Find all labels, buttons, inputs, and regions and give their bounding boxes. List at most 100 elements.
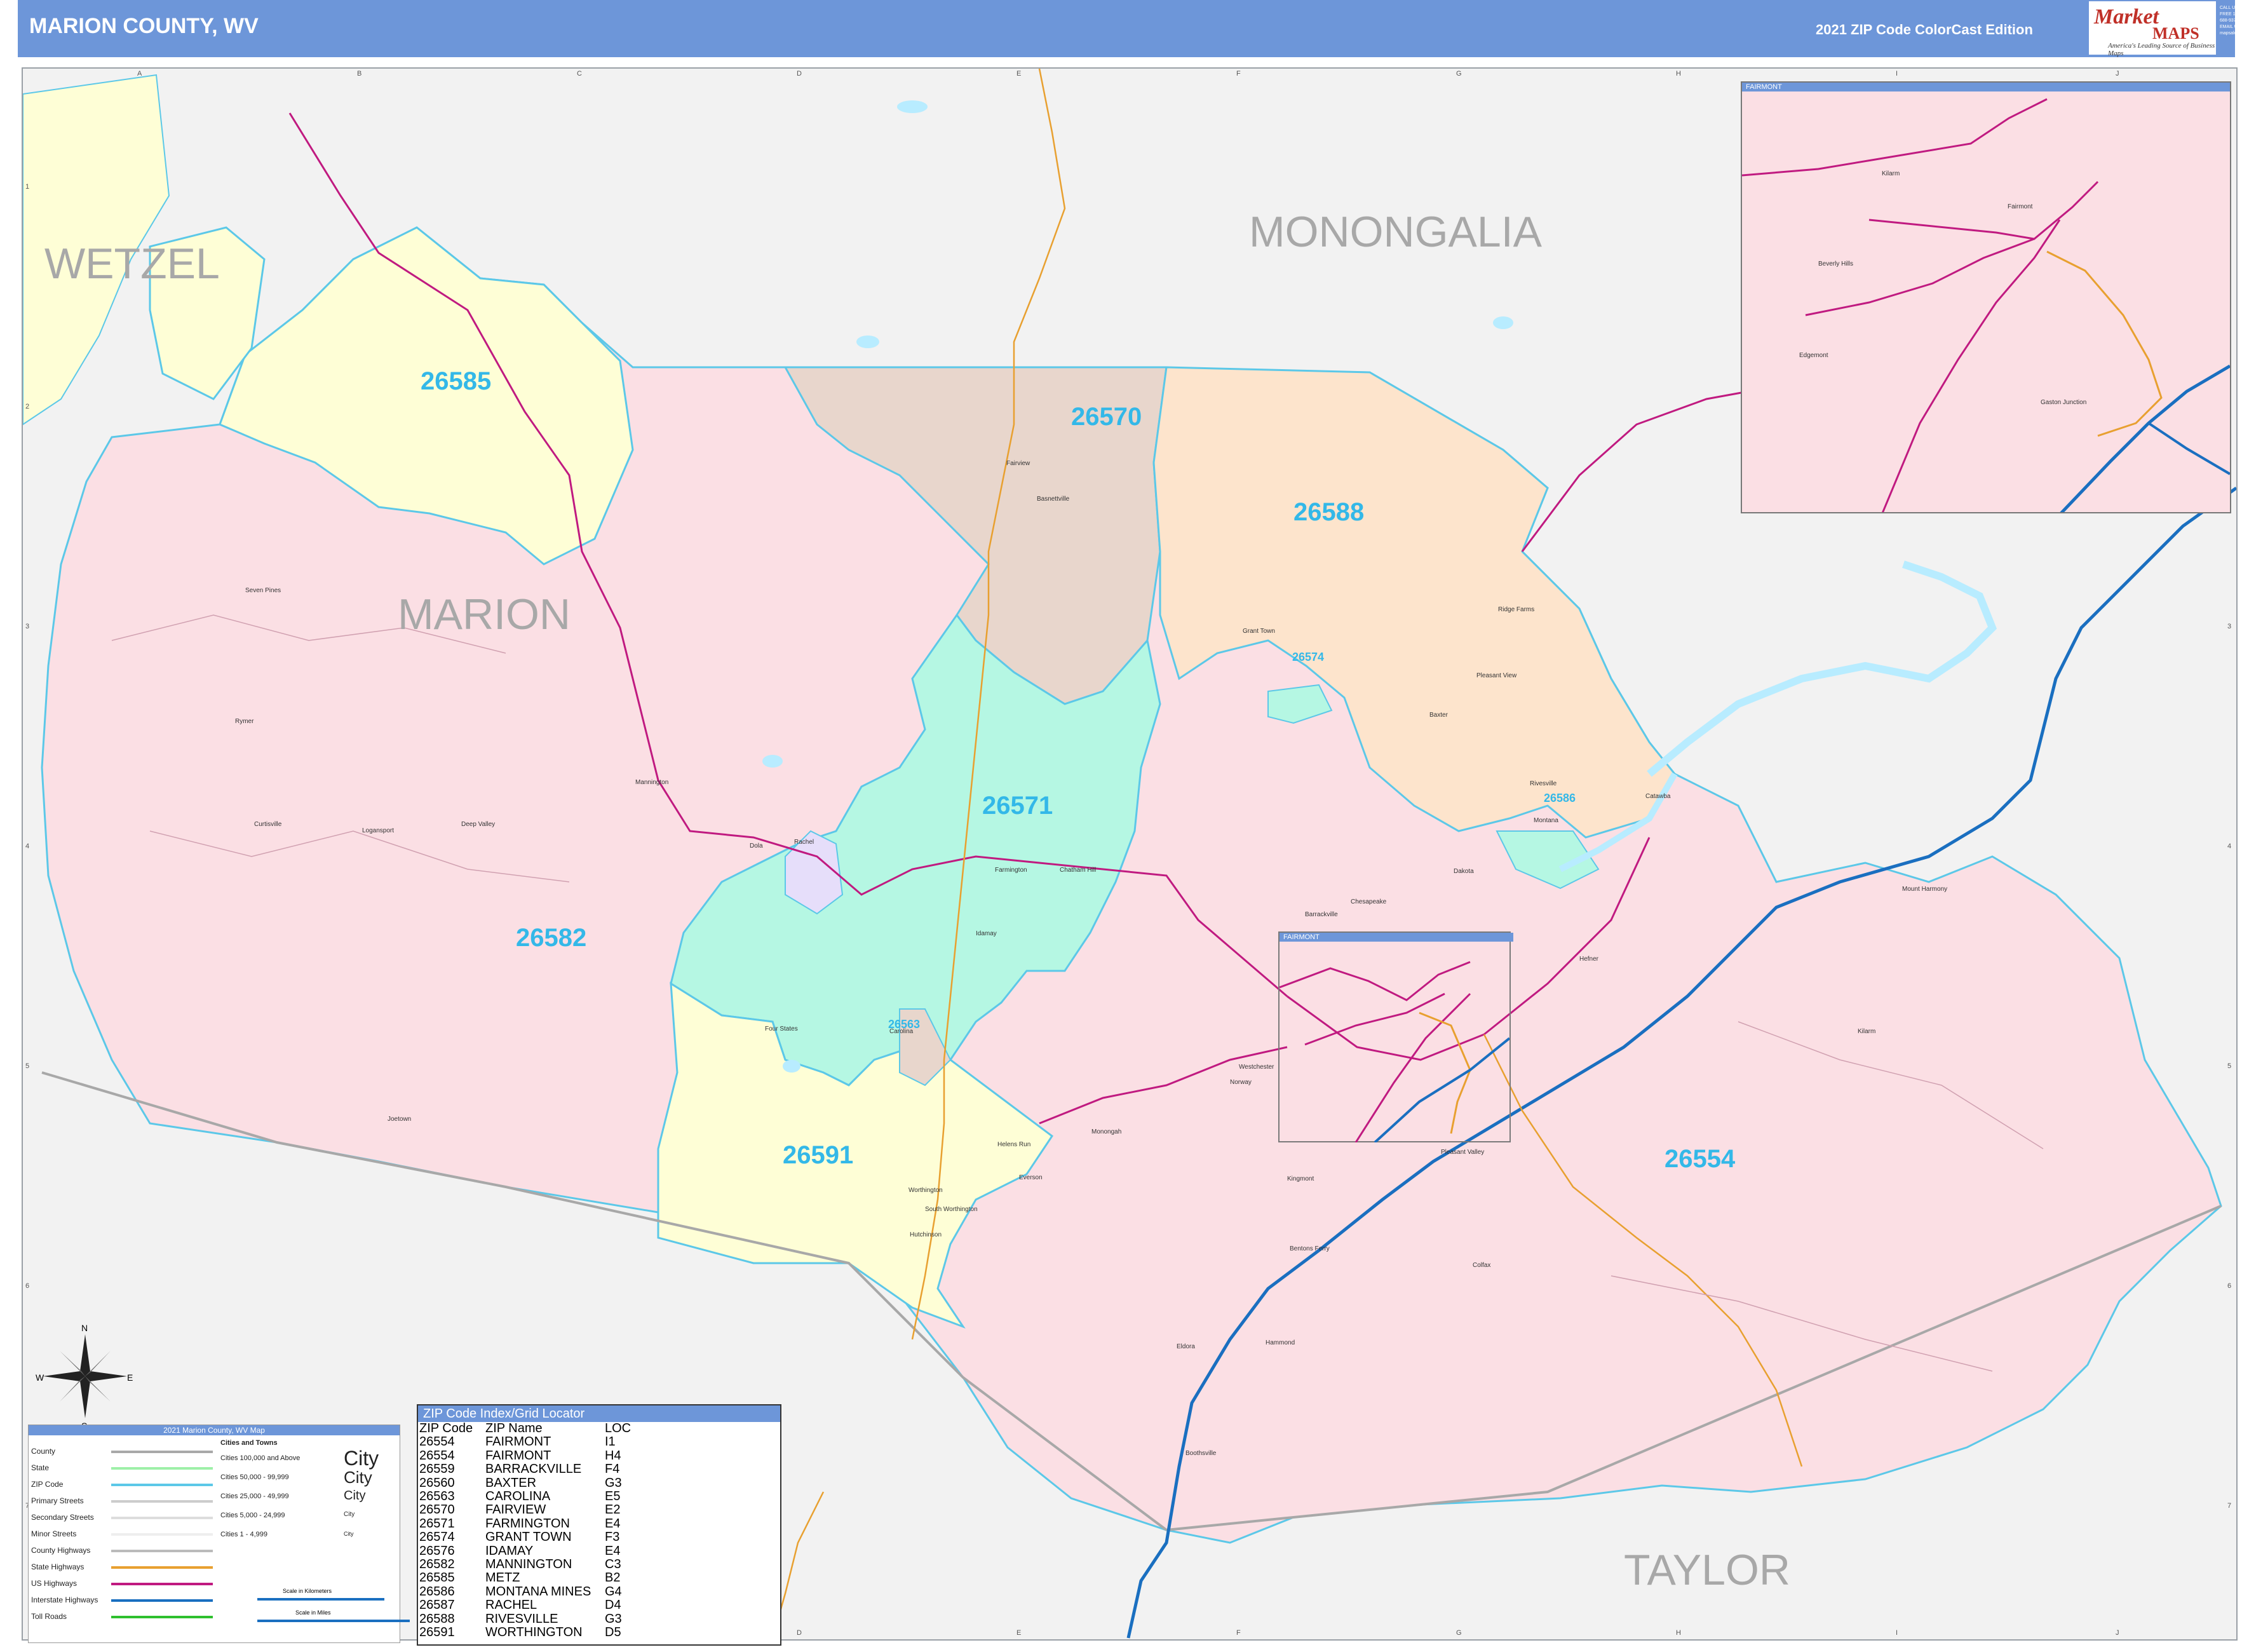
zip-index-cell: 26570: [419, 1503, 455, 1517]
grid-row-label: 6: [25, 1282, 30, 1290]
grid-column-label: F: [1236, 70, 1241, 78]
grid-row-label: 5: [2227, 1062, 2232, 1070]
place-label: Dakota: [1454, 868, 1474, 875]
place-label: Fairview: [1006, 460, 1030, 467]
place-label: Boothsville: [1185, 1450, 1217, 1457]
grid-row-label: 4: [25, 843, 30, 850]
map-legend: 2021 Marion County, WV Map County State ZI…: [28, 1425, 410, 1643]
zip-index-cell: RIVESVILLE: [485, 1611, 558, 1626]
zip-index-cell: 26560: [419, 1475, 455, 1490]
zip-index-cell: 26559: [419, 1462, 455, 1477]
place-label: Monongah: [1091, 1128, 1122, 1135]
inset-place-label: Beverly Hills: [1818, 261, 1854, 267]
place-label: Mannington: [635, 779, 669, 786]
zip-index-row: 26570 FAIRVIEW E2: [419, 1503, 633, 1517]
legend-row-label: County: [31, 1447, 56, 1456]
grid-column-label: A: [137, 70, 142, 78]
lake: [762, 755, 783, 768]
zip-label-26574: 26574: [1292, 651, 1325, 663]
legend-row-label: County Highways: [31, 1546, 91, 1555]
grid-row-label: 2: [25, 403, 30, 410]
place-label: Catawba: [1645, 793, 1671, 800]
place-label: Grant Town: [1243, 628, 1275, 635]
place-label: Idamay: [976, 930, 997, 937]
grid-row-label: 7: [2227, 1502, 2232, 1510]
legend-row-label: State: [31, 1463, 50, 1472]
legend-row-symbol: [111, 1533, 213, 1536]
legend-row-label: US Highways: [31, 1579, 78, 1588]
zip-label-26586: 26586: [1544, 792, 1576, 804]
lake: [897, 100, 928, 113]
place-label: Eldora: [1177, 1343, 1195, 1350]
grid-column-label: H: [1676, 1629, 1681, 1637]
zip-index-cell: BAXTER: [485, 1475, 537, 1490]
legend-row-symbol: [111, 1517, 213, 1519]
place-label: Seven Pines: [245, 587, 281, 594]
legend-row-label: Toll Roads: [31, 1612, 67, 1621]
legend-city-sample: City: [344, 1447, 379, 1470]
county-label-taylor: TAYLOR: [1624, 1546, 1790, 1594]
place-label: Joetown: [388, 1116, 412, 1123]
zip-label-26571: 26571: [982, 792, 1053, 820]
legend-title: 2021 Marion County, WV Map: [29, 1425, 400, 1435]
zip-index-cell: E5: [605, 1489, 621, 1504]
place-label: Logansport: [362, 827, 395, 834]
zip-index-cell: MANNINGTON: [485, 1557, 572, 1572]
scale-mi-bar: [257, 1620, 410, 1622]
zip-index-cell: 26563: [419, 1489, 455, 1504]
lake: [856, 335, 879, 348]
legend-row-symbol: [111, 1484, 213, 1486]
grid-column-label: J: [2116, 70, 2119, 78]
zip-index-cell: GRANT TOWN: [485, 1530, 572, 1545]
grid-column-label: E: [1016, 70, 1022, 78]
place-label: Worthington: [908, 1187, 943, 1194]
zip-index-cell: METZ: [485, 1571, 520, 1585]
legend-row-label: ZIP Code: [31, 1480, 64, 1489]
compass-e: E: [127, 1372, 133, 1383]
grid-column-label: D: [797, 70, 802, 78]
zip-label-26585: 26585: [421, 367, 492, 395]
zip-index-cell: MONTANA MINES: [485, 1584, 591, 1599]
logo-word-maps: MAPS: [2152, 24, 2199, 43]
zip-index-cell: E4: [605, 1516, 621, 1531]
grid-row-label: 1: [25, 183, 30, 191]
place-label: Chatham Hill: [1060, 867, 1097, 874]
inset-place-label: Edgemont: [1799, 352, 1828, 359]
zip-index-cell: D5: [605, 1625, 621, 1640]
place-label: Kilarm: [1858, 1028, 1876, 1035]
fairmont-inset-map[interactable]: FAIRMONT Fairmont Kilarm Beverly Hills E…: [1741, 81, 2231, 513]
zip-index-cell: 26587: [419, 1598, 455, 1613]
legend-city-row: Cities 1 - 4,999: [220, 1531, 267, 1538]
place-label: Rymer: [235, 718, 254, 725]
grid-row-label: 6: [2227, 1282, 2232, 1290]
locator-title: FAIRMONT: [1280, 933, 1513, 942]
zip-index-cell: 26554: [419, 1448, 455, 1463]
compass-w: W: [36, 1372, 44, 1383]
place-label: Curtisville: [254, 821, 282, 828]
zip-index-cell: FAIRMONT: [485, 1448, 551, 1463]
zip-index-cell: G3: [605, 1611, 622, 1626]
place-label: Barrackville: [1305, 911, 1338, 918]
zip-index-cell: 26585: [419, 1571, 455, 1585]
grid-column-label: J: [2116, 1629, 2119, 1637]
place-label: Helens Run: [997, 1141, 1031, 1148]
grid-row-label: 4: [2227, 843, 2232, 850]
zip-index-row: 26587 RACHEL D4: [419, 1598, 633, 1613]
legend-row-symbol: [111, 1451, 213, 1453]
scale-km-label: Scale in Kilometers: [283, 1588, 332, 1594]
market-maps-logo[interactable]: Market MAPS America's Leading Source of …: [2089, 1, 2216, 57]
zip-index-row: 26576 IDAMAY E4: [419, 1544, 633, 1558]
fairmont-locator-box[interactable]: FAIRMONT: [1278, 931, 1513, 1142]
zip-label-26588: 26588: [1293, 498, 1365, 526]
place-label: Basnettville: [1037, 496, 1070, 503]
zip-index-row: 26559 BARRACKVILLE F4: [419, 1462, 633, 1477]
zip-index-cell: BARRACKVILLE: [485, 1462, 582, 1477]
county-label-wetzel: WETZEL: [44, 240, 220, 288]
grid-column-label: F: [1236, 1629, 1241, 1637]
grid-column-label: E: [1016, 1629, 1022, 1637]
river-west-fork: [1647, 560, 1997, 777]
zip-index-cell: D4: [605, 1598, 621, 1613]
place-label: Everson: [1019, 1174, 1043, 1181]
legend-row-symbol: [111, 1616, 213, 1618]
place-label: Kingmont: [1287, 1175, 1314, 1182]
